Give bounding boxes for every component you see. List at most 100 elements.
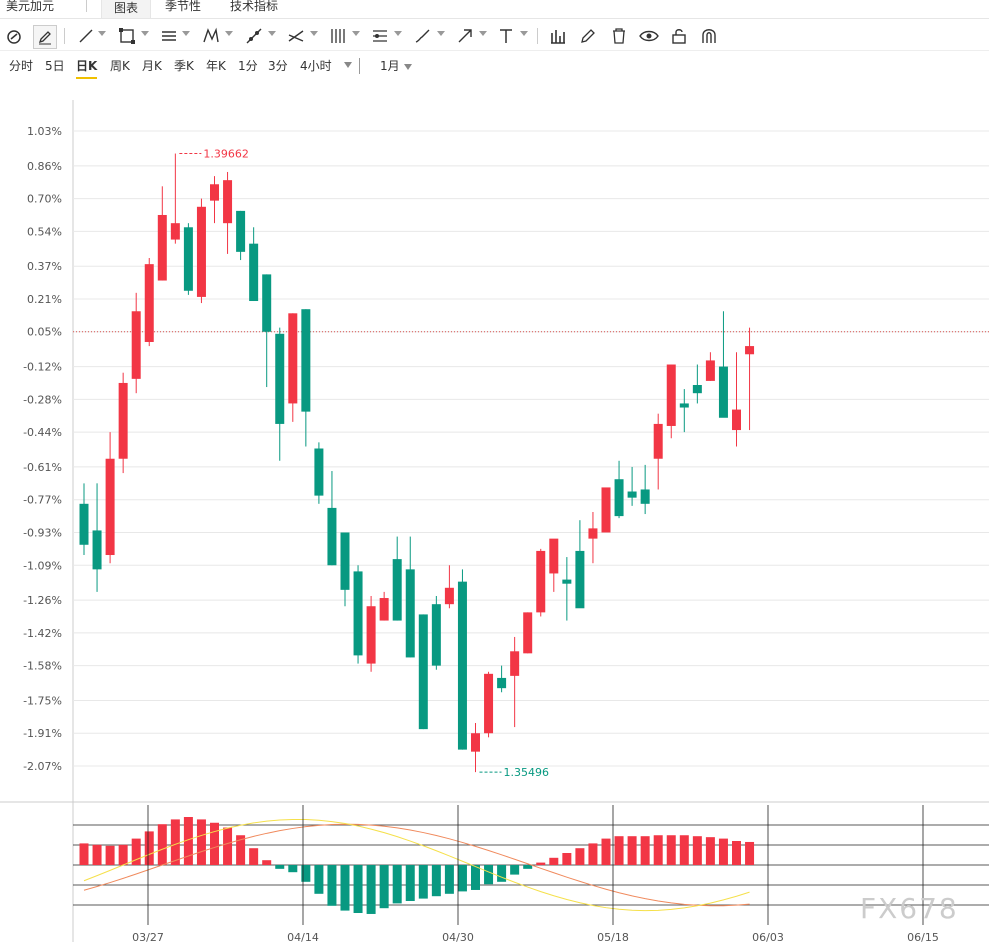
chevron-down-icon[interactable] — [394, 31, 402, 36]
y-tick-label: -0.61% — [23, 461, 62, 474]
bar-stats-icon[interactable] — [547, 25, 569, 47]
candle-body — [118, 382, 128, 459]
edit-icon[interactable] — [577, 25, 599, 47]
magnet-icon[interactable] — [698, 25, 720, 47]
period-monthly[interactable]: 月K — [142, 58, 162, 74]
period-weekly[interactable]: 周K — [110, 58, 130, 74]
macd-bar — [705, 837, 715, 865]
candle-body — [601, 487, 611, 533]
divider — [537, 28, 538, 44]
line-icon[interactable] — [75, 25, 97, 47]
candle-body — [340, 532, 350, 590]
chevron-down-icon[interactable] — [479, 31, 487, 36]
y-tick-label: 0.86% — [27, 160, 62, 173]
macd-bar — [575, 848, 585, 865]
macd-bar — [157, 824, 167, 865]
chevron-down-icon[interactable] — [141, 31, 149, 36]
chevron-down-icon[interactable] — [310, 31, 318, 36]
macd-bar — [679, 835, 689, 865]
y-tick-label: -1.26% — [23, 594, 62, 607]
ray-icon[interactable] — [243, 25, 265, 47]
macd-bar — [92, 844, 102, 865]
period-4hour[interactable]: 4小时 — [300, 58, 332, 74]
period-1min-line[interactable]: 分时 — [9, 58, 33, 74]
arrow-icon[interactable] — [454, 25, 476, 47]
price-chart[interactable]: 1.03% 0.86% 0.70% 0.54% 0.37% 0.21% 0.05% -0.12… — [0, 80, 989, 942]
fork-icon[interactable] — [285, 25, 307, 47]
y-tick-label: -0.12% — [23, 361, 62, 374]
pencil-icon[interactable] — [33, 25, 57, 49]
lock-icon[interactable] — [668, 25, 690, 47]
candle-body — [457, 581, 467, 750]
x-tick-label: 04/14 — [287, 931, 319, 942]
y-tick-label: 0.54% — [27, 225, 62, 238]
macd-bar — [353, 865, 363, 913]
fib-icon[interactable] — [369, 25, 391, 47]
gann-icon[interactable] — [327, 25, 349, 47]
period-3min[interactable]: 3分 — [268, 58, 288, 74]
macd-bar — [666, 835, 676, 865]
candle-body — [627, 491, 637, 498]
magnet-circle-icon[interactable] — [3, 25, 25, 47]
period-daily[interactable]: 日K — [76, 58, 98, 79]
brush-icon[interactable] — [412, 25, 434, 47]
pattern-icon[interactable] — [200, 25, 222, 47]
macd-bar — [523, 865, 533, 869]
y-tick-label: 0.37% — [27, 260, 62, 273]
macd-bar — [327, 865, 337, 906]
chevron-down-icon[interactable] — [268, 31, 276, 36]
period-yearly[interactable]: 年K — [206, 58, 226, 74]
chevron-down-icon[interactable] — [182, 31, 190, 36]
chevron-down-icon[interactable] — [520, 31, 528, 36]
period-1min[interactable]: 1分 — [238, 58, 258, 74]
period-quarterly[interactable]: 季K — [174, 58, 194, 74]
macd-bar — [275, 865, 285, 869]
rectangle-icon[interactable] — [116, 25, 138, 47]
chevron-down-icon[interactable] — [344, 62, 352, 68]
y-tick-label: 0.05% — [27, 326, 62, 339]
range-label: 1月 — [380, 59, 400, 73]
text-icon[interactable] — [495, 25, 517, 47]
macd-bar — [732, 841, 741, 865]
candle-body — [327, 507, 337, 566]
eye-icon[interactable] — [638, 25, 660, 47]
candle-body — [157, 214, 167, 281]
chevron-down-icon[interactable] — [352, 31, 360, 36]
x-axis: 03/27 04/14 04/30 05/18 06/03 06/15 — [132, 805, 939, 942]
candle-body — [92, 530, 102, 570]
macd-bar — [314, 865, 324, 894]
tab-chart[interactable]: 图表 — [101, 0, 152, 18]
candle-body — [183, 227, 193, 291]
y-tick-label: 0.70% — [27, 193, 62, 206]
chevron-down-icon[interactable] — [225, 31, 233, 36]
y-tick-label: -0.28% — [23, 393, 62, 406]
candle-body — [353, 571, 363, 656]
range-select[interactable]: 1月 — [380, 58, 412, 74]
y-tick-label: -0.77% — [23, 494, 62, 507]
macd-bar — [405, 865, 415, 901]
candle-body — [131, 311, 141, 379]
candle-body — [196, 206, 206, 297]
chevron-down-icon — [403, 63, 412, 70]
macd-bar — [79, 843, 89, 865]
macd-bar — [588, 843, 598, 865]
candle-body — [562, 579, 572, 584]
tab-indicators[interactable]: 技术指标 — [230, 0, 278, 14]
chevron-down-icon[interactable] — [437, 31, 445, 36]
candle-body — [692, 385, 702, 394]
candle-body — [653, 423, 663, 459]
y-tick-label: -2.07% — [23, 760, 62, 773]
candle-body — [679, 403, 689, 408]
trash-icon[interactable] — [608, 25, 630, 47]
candle-body — [275, 333, 285, 424]
parallel-lines-icon[interactable] — [158, 25, 180, 47]
candle-body — [249, 243, 259, 302]
chevron-down-icon[interactable] — [98, 31, 106, 36]
x-tick-label: 06/03 — [752, 931, 784, 942]
period-selector: 分时 5日 日K 周K 月K 季K 年K 1分 3分 4小时 1月 — [0, 54, 989, 79]
candle-body — [640, 489, 650, 504]
tab-seasonal[interactable]: 季节性 — [165, 0, 201, 14]
x-tick-label: 05/18 — [597, 931, 629, 942]
candle-body — [484, 673, 494, 734]
period-5day[interactable]: 5日 — [45, 58, 65, 74]
